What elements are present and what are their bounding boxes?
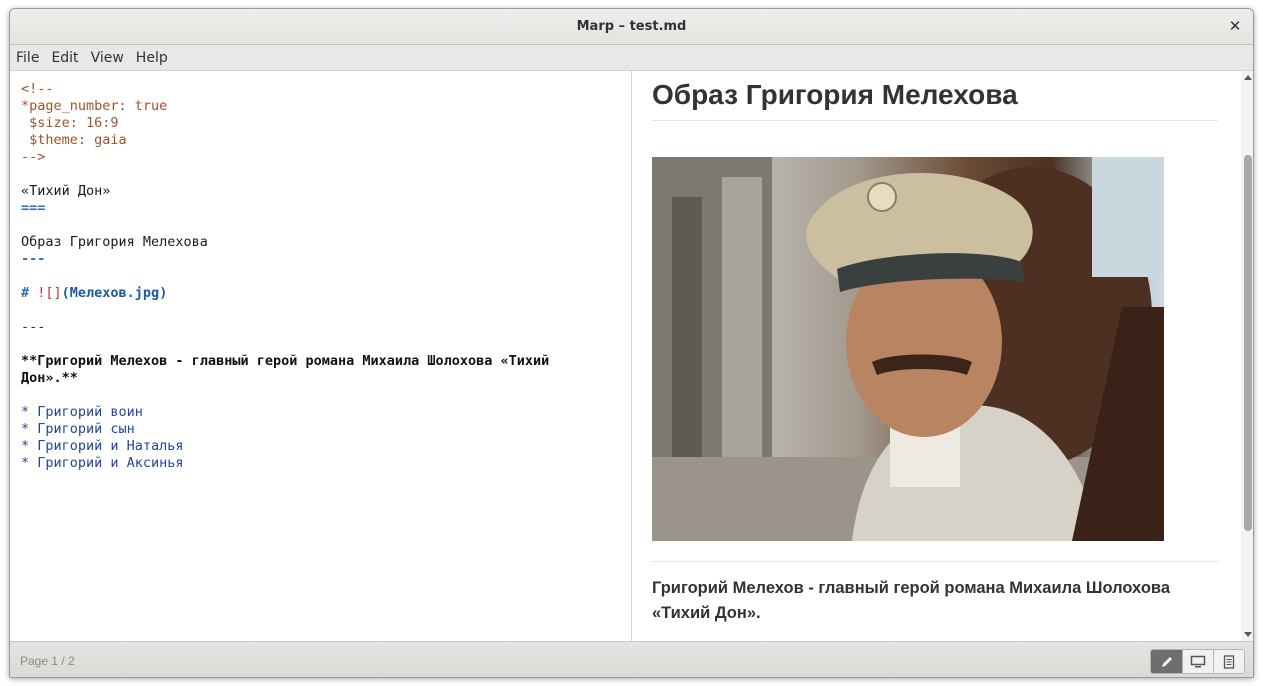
slide-preview: Образ Григория Мелехова Григорий Мелехов — [633, 71, 1241, 641]
editor-line[interactable]: * Григорий и Наталья — [21, 438, 631, 455]
editor-line[interactable]: --- — [21, 251, 631, 268]
editor-line[interactable]: Образ Григория Мелехова — [21, 234, 631, 251]
preview-image — [652, 157, 1164, 541]
slide-divider — [652, 561, 1218, 562]
preview-mode-button[interactable] — [1182, 650, 1213, 673]
menu-edit[interactable]: Edit — [51, 50, 78, 66]
editor-line[interactable]: === — [21, 200, 631, 217]
editor-line[interactable]: * Григорий воин — [21, 404, 631, 421]
editor-token: <!-- — [21, 81, 54, 97]
monitor-icon — [1190, 655, 1206, 667]
preview-paragraph: Григорий Мелехов - главный герой романа … — [652, 579, 1170, 622]
document-mode-button[interactable] — [1213, 650, 1244, 673]
markdown-editor[interactable]: <!-- *page_number: true $size: 16:9 $them… — [10, 71, 632, 641]
editor-token: * Григорий и Наталья — [21, 438, 184, 454]
editor-token: $theme: gaia — [21, 132, 127, 148]
view-mode-switcher — [1150, 649, 1245, 674]
document-icon — [1223, 654, 1235, 669]
editor-token: *page_number: true — [21, 98, 168, 114]
editor-line[interactable] — [21, 268, 631, 285]
editor-line[interactable] — [21, 336, 631, 353]
page-indicator: Page 1 / 2 — [20, 654, 75, 668]
editor-token: **Григорий Мелехов - главный герой роман… — [21, 353, 558, 386]
editor-line[interactable]: <!-- — [21, 81, 631, 98]
scrollbar-thumb[interactable] — [1244, 155, 1252, 531]
editor-line[interactable]: $theme: gaia — [21, 132, 631, 149]
editor-token: * Григорий воин — [21, 404, 143, 420]
editor-token: ![] — [37, 285, 62, 301]
preview-heading: Образ Григория Мелехова — [652, 79, 1218, 121]
editor-line[interactable] — [21, 387, 631, 404]
editor-line[interactable]: $size: 16:9 — [21, 115, 631, 132]
editor-line[interactable] — [21, 302, 631, 319]
vertical-scrollbar[interactable] — [1241, 71, 1253, 641]
pencil-icon — [1161, 656, 1172, 667]
editor-line[interactable]: # ![](Мелехов.jpg) — [21, 285, 631, 302]
status-bar: Page 1 / 2 — [10, 641, 1253, 677]
editor-line[interactable] — [21, 217, 631, 234]
editor-token: === — [21, 200, 46, 216]
portrait-illustration — [652, 157, 1164, 541]
menu-file[interactable]: File — [16, 50, 39, 66]
editor-token: $size: 16:9 — [21, 115, 119, 131]
editor-token: * Григорий сын — [21, 421, 135, 437]
editor-line[interactable]: --- — [21, 319, 631, 336]
editor-token: --- — [21, 251, 46, 267]
scroll-up-icon[interactable] — [1244, 75, 1252, 80]
app-window: Marp – test.md ✕ File Edit View Help <!-… — [9, 8, 1254, 678]
editor-line[interactable]: --> — [21, 149, 631, 166]
editor-line[interactable]: * Григорий сын — [21, 421, 631, 438]
editor-line[interactable]: * Григорий и Аксинья — [21, 455, 631, 472]
editor-line[interactable] — [21, 166, 631, 183]
scroll-down-icon[interactable] — [1244, 632, 1252, 637]
title-bar[interactable]: Marp – test.md ✕ — [10, 9, 1253, 45]
editor-token: (Мелехов.jpg) — [61, 285, 168, 301]
editor-line[interactable]: *page_number: true — [21, 98, 631, 115]
editor-token: Образ Григория Мелехова — [21, 234, 208, 250]
editor-token: * Григорий и Аксинья — [21, 455, 184, 471]
editor-mode-button[interactable] — [1151, 650, 1182, 673]
menu-view[interactable]: View — [91, 50, 124, 66]
menu-bar: File Edit View Help — [10, 45, 1253, 71]
editor-token: --- — [21, 319, 46, 335]
editor-token: «Тихий Дон» — [21, 183, 111, 199]
close-icon[interactable]: ✕ — [1227, 18, 1243, 34]
editor-line[interactable]: **Григорий Мелехов - главный герой роман… — [21, 353, 611, 387]
editor-token: --> — [21, 149, 46, 165]
editor-line[interactable]: «Тихий Дон» — [21, 183, 631, 200]
window-title: Marp – test.md — [576, 19, 687, 34]
editor-token: # — [21, 285, 38, 301]
menu-help[interactable]: Help — [136, 50, 168, 66]
